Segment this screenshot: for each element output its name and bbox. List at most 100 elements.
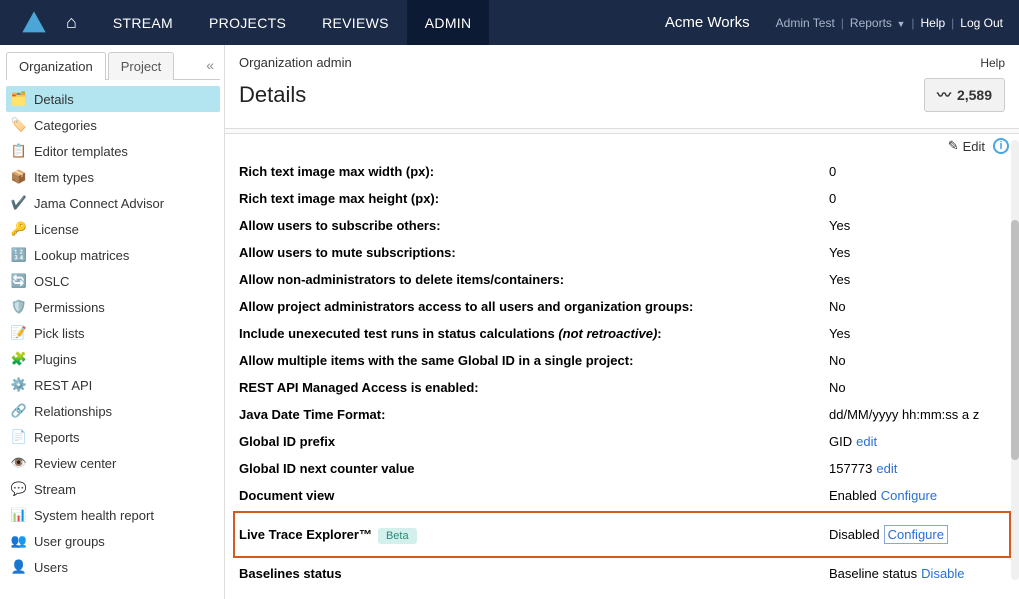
users-icon: 👤: [10, 559, 28, 575]
detail-label: Allow project administrators access to a…: [239, 299, 829, 314]
sidebar-item-label: OSLC: [34, 274, 69, 289]
nav-projects[interactable]: PROJECTS: [191, 0, 304, 45]
info-icon[interactable]: i: [993, 138, 1009, 154]
sidebar-item-jama-connect-advisor[interactable]: ✔️Jama Connect Advisor: [6, 190, 220, 216]
chevron-down-icon: ▼: [894, 19, 905, 29]
detail-label: Global ID prefix: [239, 434, 829, 449]
sidebar-list: 🗂️Details 🏷️ Categories 📋 Editor templates 📦I…: [6, 86, 220, 580]
detail-value: Yes: [829, 218, 850, 233]
sidebar-item-label: License: [34, 222, 79, 237]
detail-label: Allow non-administrators to delete items…: [239, 272, 829, 287]
scrollbar-thumb[interactable]: [1011, 220, 1019, 460]
reports-menu[interactable]: Reports ▼: [850, 16, 905, 30]
sidebar-item-label: Editor templates: [34, 144, 128, 159]
details-icon: 🗂️: [10, 91, 28, 107]
sidebar-item-permissions[interactable]: 🛡️ Permissions: [6, 294, 220, 320]
categories-icon: 🏷️: [10, 117, 28, 133]
detail-row: Allow multiple items with the same Globa…: [239, 347, 1005, 374]
sidebar-item-label: Review center: [34, 456, 116, 471]
tab-organization[interactable]: Organization: [6, 52, 106, 80]
sidebar-item-label: Categories: [34, 118, 97, 133]
nav-admin[interactable]: ADMIN: [407, 0, 490, 45]
tab-project[interactable]: Project: [108, 52, 174, 80]
user-groups-icon: 👥: [10, 533, 28, 549]
sidebar-item-review-center[interactable]: 👁️Review center: [6, 450, 220, 476]
sidebar-item-label: Permissions: [34, 300, 105, 315]
user-name-link[interactable]: Admin Test: [776, 16, 835, 30]
detail-row: Allow non-administrators to delete items…: [239, 266, 1005, 293]
edit-button[interactable]: ✎ Edit: [948, 138, 985, 154]
sidebar-item-item-types[interactable]: 📦Item types: [6, 164, 220, 190]
sidebar-item-users[interactable]: 👤 Users: [6, 554, 220, 580]
detail-row: Live Trace Explorer™BetaDisabledConfigur…: [233, 511, 1011, 558]
sidebar-item-lookup-matrices[interactable]: 🔢Lookup matrices: [6, 242, 220, 268]
sidebar-item-reports[interactable]: 📄Reports: [6, 424, 220, 450]
detail-value: No: [829, 353, 846, 368]
sidebar-item-editor-templates[interactable]: 📋 Editor templates: [6, 138, 220, 164]
sidebar-item-pick-lists[interactable]: 📝Pick lists: [6, 320, 220, 346]
sidebar-item-rest-api[interactable]: ⚙️REST API: [6, 372, 220, 398]
sidebar-item-license[interactable]: 🔑 License: [6, 216, 220, 242]
detail-label: Allow users to mute subscriptions:: [239, 245, 829, 260]
detail-value: 0: [829, 164, 836, 179]
detail-value: Baseline statusDisable: [829, 566, 965, 581]
detail-row: Global ID next counter value157773edit: [239, 455, 1005, 482]
configure-link[interactable]: Configure: [881, 488, 937, 503]
home-icon[interactable]: ⌂: [66, 12, 77, 33]
sidebar-item-label: Reports: [34, 430, 80, 445]
detail-value: 157773edit: [829, 461, 897, 476]
detail-label: Rich text image max height (px):: [239, 191, 829, 206]
permissions-icon: 🛡️: [10, 299, 28, 315]
sidebar-item-label: Lookup matrices: [34, 248, 129, 263]
stream-icon: 💬: [10, 481, 28, 497]
sidebar-item-stream[interactable]: 💬 Stream: [6, 476, 220, 502]
disable-link[interactable]: Disable: [921, 566, 964, 581]
license-icon: 🔑: [10, 221, 28, 237]
sidebar-item-relationships[interactable]: 🔗Relationships: [6, 398, 220, 424]
system-health-report-icon: 📊: [10, 507, 28, 523]
panel-help-link[interactable]: Help: [980, 56, 1005, 70]
logout-link[interactable]: Log Out: [960, 16, 1003, 30]
collapse-sidebar-icon[interactable]: «: [206, 57, 220, 73]
sidebar-item-label: Stream: [34, 482, 76, 497]
sidebar-item-plugins[interactable]: 🧩Plugins: [6, 346, 220, 372]
detail-label: Allow users to subscribe others:: [239, 218, 829, 233]
page-title: Details: [239, 82, 306, 108]
detail-row: Allow users to mute subscriptions:Yes: [239, 239, 1005, 266]
detail-value: EnabledConfigure: [829, 488, 937, 503]
sidebar-item-categories[interactable]: 🏷️ Categories: [6, 112, 220, 138]
nav-reviews[interactable]: REVIEWS: [304, 0, 407, 45]
edit-link[interactable]: edit: [856, 434, 877, 449]
detail-value: Yes: [829, 326, 850, 341]
detail-value: No: [829, 380, 846, 395]
sidebar-item-user-groups[interactable]: 👥 User groups: [6, 528, 220, 554]
detail-row: Allow users to subscribe others:Yes: [239, 212, 1005, 239]
help-link[interactable]: Help: [920, 16, 945, 30]
sidebar-item-label: User groups: [34, 534, 105, 549]
detail-row: Include unexecuted test runs in status c…: [239, 320, 1005, 347]
detail-value: 0: [829, 191, 836, 206]
detail-row: Java Date Time Format:dd/MM/yyyy hh:mm:s…: [239, 401, 1005, 428]
sidebar-tabs: OrganizationProject «: [6, 51, 220, 80]
sidebar-item-details[interactable]: 🗂️Details: [6, 86, 220, 112]
admin-sidebar: OrganizationProject « 🗂️Details 🏷️ Categor…: [0, 45, 225, 599]
detail-value: Yes: [829, 245, 850, 260]
sidebar-item-label: Plugins: [34, 352, 77, 367]
top-navbar: ⌂ STREAMPROJECTSREVIEWSADMIN Acme Works …: [0, 0, 1019, 45]
beta-badge: Beta: [378, 528, 417, 544]
rest-api-icon: ⚙️: [10, 377, 28, 393]
app-logo-icon: [20, 9, 48, 37]
configure-link[interactable]: Configure: [884, 525, 948, 544]
sidebar-item-label: Users: [34, 560, 68, 575]
pick-lists-icon: 📝: [10, 325, 28, 341]
detail-label: Rich text image max width (px):: [239, 164, 829, 179]
activity-count-badge[interactable]: 〰 2,589: [924, 78, 1005, 112]
sidebar-item-label: System health report: [34, 508, 154, 523]
detail-row: Document viewEnabledConfigure: [239, 482, 1005, 509]
nav-stream[interactable]: STREAM: [95, 0, 191, 45]
sidebar-item-system-health-report[interactable]: 📊 System health report: [6, 502, 220, 528]
detail-row: REST API Managed Access is enabled:No: [239, 374, 1005, 401]
editor-templates-icon: 📋: [10, 143, 28, 159]
sidebar-item-oslc[interactable]: 🔄OSLC: [6, 268, 220, 294]
edit-link[interactable]: edit: [876, 461, 897, 476]
